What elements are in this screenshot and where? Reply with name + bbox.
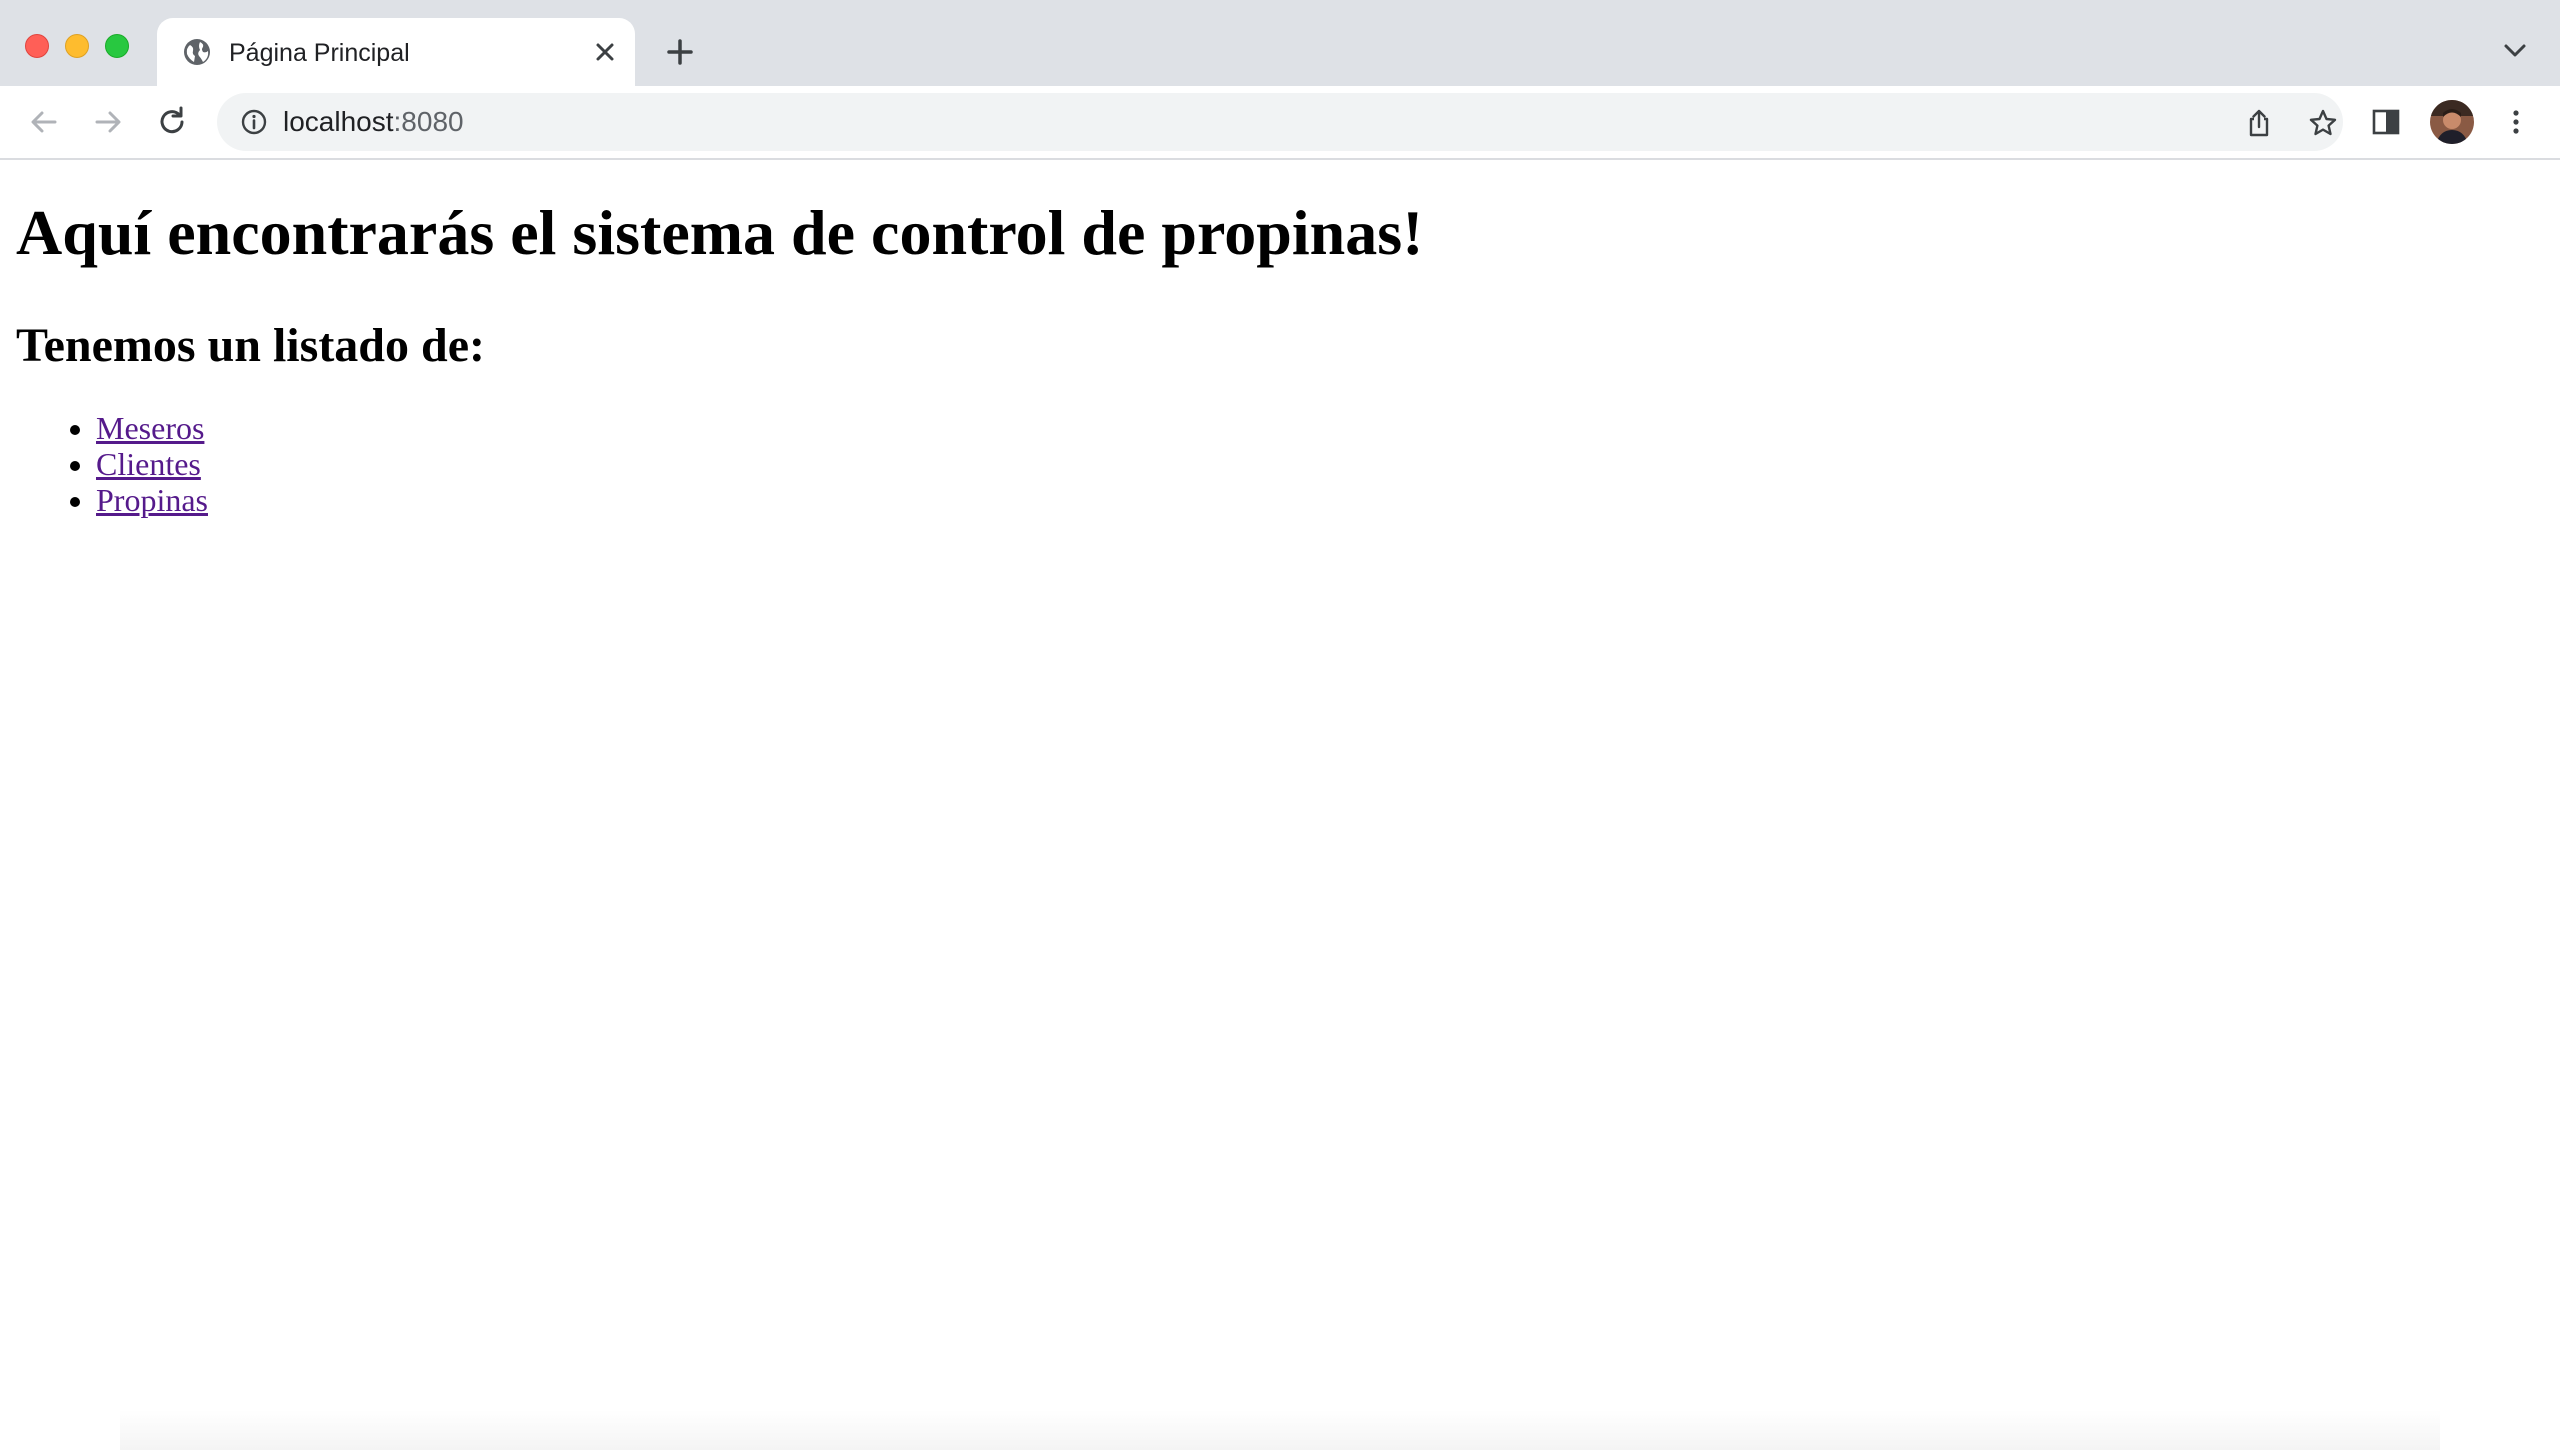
browser-window: Página Principal localhost:8080 Aquí enc… — [0, 0, 2560, 1450]
page-content: Aquí encontrarás el sistema de control d… — [0, 160, 2560, 1450]
url-text[interactable]: localhost:8080 — [283, 106, 464, 138]
more-vert-icon[interactable] — [2500, 106, 2532, 138]
url-port: :8080 — [393, 106, 464, 137]
page-subtitle: Tenemos un listado de: — [16, 319, 485, 372]
forward-arrow-icon[interactable] — [88, 102, 128, 142]
close-window-icon[interactable] — [25, 34, 49, 58]
info-icon[interactable] — [239, 107, 269, 137]
chevron-down-icon[interactable] — [2500, 38, 2530, 64]
plus-icon[interactable] — [662, 34, 698, 70]
star-icon[interactable] — [2307, 107, 2339, 139]
globe-icon — [184, 39, 210, 65]
side-panel-icon[interactable] — [2370, 106, 2402, 138]
list-item: Meseros — [96, 410, 208, 446]
reload-icon[interactable] — [152, 102, 192, 142]
close-icon[interactable] — [589, 36, 621, 68]
page-title: Aquí encontrarás el sistema de control d… — [16, 197, 1424, 268]
profile-picture-icon — [2430, 100, 2474, 144]
url-host: localhost — [283, 106, 394, 137]
address-bar[interactable]: localhost:8080 — [217, 93, 2343, 151]
link-meseros[interactable]: Meseros — [96, 410, 204, 446]
link-clientes[interactable]: Clientes — [96, 446, 201, 482]
tab-strip: Página Principal — [0, 0, 2560, 86]
list-item: Clientes — [96, 446, 208, 482]
link-propinas[interactable]: Propinas — [96, 482, 208, 518]
share-icon[interactable] — [2243, 107, 2275, 139]
link-list: Meseros Clientes Propinas — [16, 410, 208, 518]
active-tab[interactable]: Página Principal — [157, 18, 635, 86]
toolbar: localhost:8080 — [0, 86, 2560, 160]
tab-title: Página Principal — [229, 39, 410, 67]
zoom-window-icon[interactable] — [105, 34, 129, 58]
minimize-window-icon[interactable] — [65, 34, 89, 58]
list-item: Propinas — [96, 482, 208, 518]
avatar[interactable] — [2430, 100, 2474, 144]
window-shadow — [120, 1410, 2440, 1450]
back-arrow-icon[interactable] — [24, 102, 64, 142]
